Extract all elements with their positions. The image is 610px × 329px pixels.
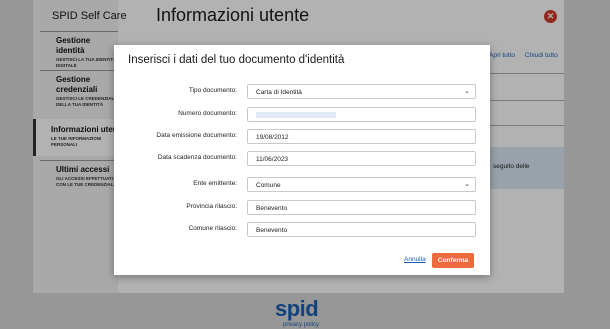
row-tipo-documento: Tipo documento: Carta di Identità ⌄ [114,84,490,100]
provincia-rilascio-label: Provincia rilascio: [186,203,237,210]
data-emissione-value: 19/08/2012 [256,134,289,141]
ente-emittente-value: Comune [256,182,281,189]
ente-emittente-select[interactable]: Comune ⌄ [247,177,476,192]
data-scadenza-value: 11/06/2023 [256,156,289,163]
row-comune-rilascio: Comune rilascio: Benevento [114,222,490,238]
provincia-rilascio-value: Benevento [256,205,288,212]
row-ente-emittente: Ente emittente: Comune ⌄ [114,177,490,193]
confirm-button[interactable]: Conferma [432,253,474,268]
cancel-button[interactable]: Annulla [404,256,426,263]
ente-emittente-label: Ente emittente: [193,180,237,187]
numero-documento-input[interactable] [247,107,476,122]
redacted-value [256,111,336,118]
numero-documento-label: Numero documento: [178,110,237,117]
comune-rilascio-value: Benevento [256,227,288,234]
data-scadenza-label: Data scadenza documento: [157,154,237,161]
tipo-documento-value: Carta di Identità [256,89,302,96]
comune-rilascio-label: Comune rilascio: [188,225,237,232]
modal-title: Inserisci i dati del tuo documento d'ide… [128,54,345,66]
document-modal: Inserisci i dati del tuo documento d'ide… [114,45,490,275]
data-scadenza-input[interactable]: 11/06/2023 [247,151,476,166]
provincia-rilascio-input[interactable]: Benevento [247,200,476,215]
chevron-down-icon: ⌄ [464,88,470,95]
data-emissione-label: Data emissione documento: [156,132,237,139]
tipo-documento-label: Tipo documento: [188,87,237,94]
chevron-down-icon: ⌄ [464,181,470,188]
row-data-emissione: Data emissione documento: 19/08/2012 [114,129,490,145]
row-provincia-rilascio: Provincia rilascio: Benevento [114,200,490,216]
row-data-scadenza: Data scadenza documento: 11/06/2023 [114,151,490,167]
data-emissione-input[interactable]: 19/08/2012 [247,129,476,144]
tipo-documento-select[interactable]: Carta di Identità ⌄ [247,84,476,99]
comune-rilascio-input[interactable]: Benevento [247,222,476,237]
row-numero-documento: Numero documento: [114,107,490,123]
